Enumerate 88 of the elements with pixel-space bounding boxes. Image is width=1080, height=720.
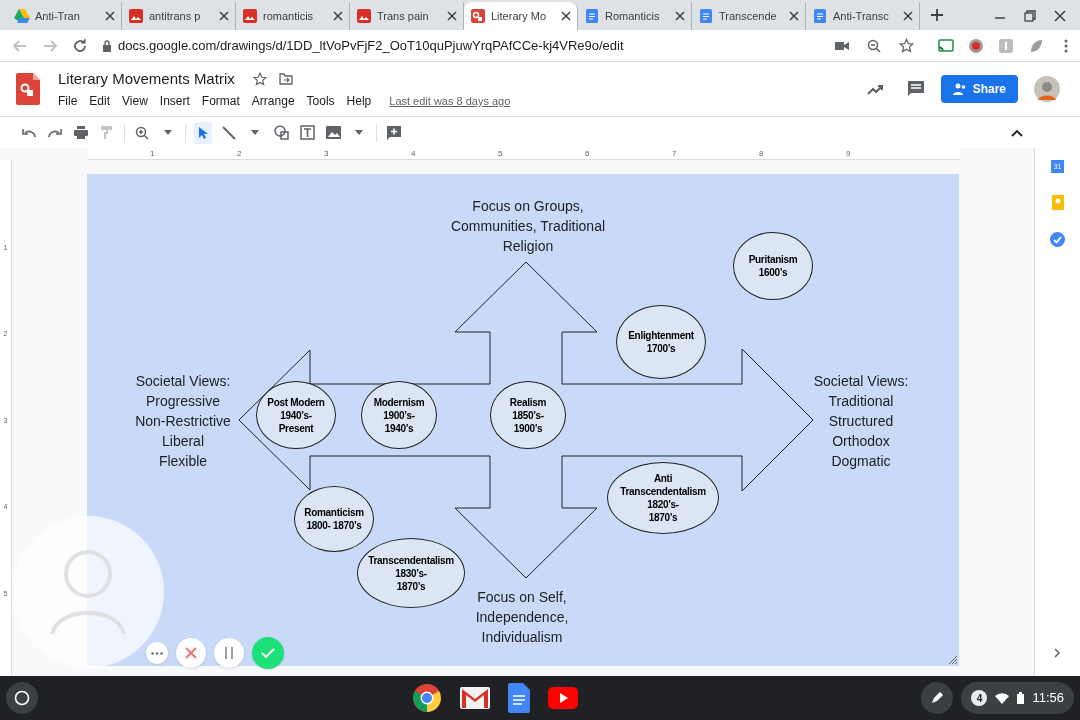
- share-button[interactable]: Share: [940, 75, 1018, 103]
- battery-icon: [1017, 692, 1025, 704]
- tasks-icon[interactable]: [1050, 232, 1065, 247]
- menu-item[interactable]: File: [58, 92, 78, 111]
- ruler-number: 8: [759, 149, 765, 158]
- zoom-icon[interactable]: [867, 38, 881, 53]
- person-add-icon: [952, 83, 967, 95]
- tab-title: Transcende: [719, 8, 777, 24]
- tab-title: Literary Mo: [491, 8, 547, 24]
- menu-item[interactable]: Format: [201, 92, 240, 111]
- tab-title: romanticis: [263, 8, 314, 24]
- expand-icon[interactable]: [1054, 648, 1061, 658]
- comment-icon[interactable]: [906, 80, 925, 98]
- close-icon[interactable]: [675, 11, 685, 21]
- browser-tab[interactable]: Literary Mo: [464, 2, 578, 30]
- close-icon[interactable]: [447, 11, 457, 21]
- close-icon[interactable]: [561, 11, 571, 21]
- menu-item[interactable]: Tools: [306, 92, 335, 111]
- document-title[interactable]: Literary Movements Matrix: [58, 67, 235, 91]
- stylus-icon[interactable]: [921, 682, 954, 714]
- star-icon[interactable]: [252, 72, 267, 86]
- image-icon: [128, 8, 144, 24]
- menu-item[interactable]: Edit: [89, 92, 111, 111]
- drawings-logo-icon: [16, 73, 40, 105]
- restore-icon[interactable]: [1024, 10, 1036, 22]
- drawing-app-icon: [470, 8, 486, 24]
- close-icon[interactable]: [105, 11, 115, 21]
- address-field[interactable]: docs.google.com/drawings/d/1DD_ltVoPvFjF2_OoT10quPjuwYrqPAfCCe-kj4VRe9o/edit: [102, 32, 914, 59]
- tab-title: Romanticis: [605, 8, 660, 24]
- last-edit-link[interactable]: Last edit was 8 days ago: [389, 93, 511, 110]
- status-tray[interactable]: 4 11:56: [961, 682, 1074, 714]
- pointer-icon[interactable]: [194, 121, 212, 144]
- chrome-icon[interactable]: [411, 683, 442, 713]
- diagram-label: Focus on Self, Independence, Individualism: [474, 588, 570, 647]
- tab-title: Trans pain: [377, 8, 429, 24]
- movement-bubble: Transcendentalism 1830’s- 1870’s: [357, 538, 465, 608]
- ruler-number: 4: [411, 149, 417, 158]
- image-icon: [356, 8, 372, 24]
- document-icon[interactable]: [507, 683, 530, 713]
- extension-icon[interactable]: [968, 37, 984, 54]
- document-icon: [812, 8, 828, 24]
- diagram-label: Societal Views: Progressive Non-Restrictive Liberal Flexible: [134, 372, 232, 471]
- ruler-number: 9: [846, 149, 852, 158]
- star-icon[interactable]: [899, 38, 914, 53]
- movement-bubble: Enlightenment 1700’s: [616, 305, 706, 379]
- ruler-number: 1: [150, 149, 156, 158]
- trend-icon[interactable]: [866, 83, 885, 95]
- close-icon[interactable]: [333, 11, 343, 21]
- menu-item[interactable]: Help: [346, 92, 372, 111]
- launcher-icon[interactable]: [6, 682, 38, 714]
- wifi-icon: [995, 692, 1010, 704]
- reload-icon[interactable]: [72, 37, 88, 54]
- triangle-logo-icon: [14, 8, 30, 24]
- ruler-number: 6: [585, 149, 591, 158]
- diagram-label: Societal Views: Traditional Structured Orthodox Dogmatic: [812, 372, 910, 471]
- close-icon[interactable]: [219, 11, 229, 21]
- image-icon: [242, 8, 258, 24]
- tab-title: Anti-Transc: [833, 8, 889, 24]
- menu-item[interactable]: Insert: [159, 92, 190, 111]
- ruler-number: 3: [324, 149, 330, 158]
- document-icon: [698, 8, 714, 24]
- close-icon[interactable]: [903, 11, 913, 21]
- close-icon[interactable]: [789, 11, 799, 21]
- menu-item[interactable]: View: [122, 92, 148, 111]
- lock-icon: [102, 39, 112, 52]
- more-icon[interactable]: [1064, 38, 1068, 53]
- menu-item[interactable]: Arrange: [251, 92, 295, 111]
- tab-title: antitrans p: [149, 8, 201, 24]
- camera-icon: [835, 40, 849, 51]
- movement-bubble: Anti Transcendentalism 1820’s- 1870’s: [607, 462, 719, 534]
- leaf-icon[interactable]: [1028, 37, 1044, 54]
- resize-handle-icon[interactable]: [948, 655, 958, 665]
- close-icon[interactable]: [1054, 10, 1066, 22]
- tab-title: Anti-Tran: [35, 8, 80, 24]
- ruler-number: 5: [498, 149, 504, 158]
- url-text: docs.google.com/drawings/d/1DD_ltVoPvFjF2_OoT10quPjuwYrqPAfCCe-kj4VRe9o/edit: [118, 36, 624, 55]
- avatar-icon[interactable]: [1034, 76, 1060, 102]
- clock-time: 11:56: [1032, 689, 1064, 708]
- move-folder-icon[interactable]: [278, 73, 293, 85]
- cast-icon[interactable]: [938, 38, 954, 53]
- movement-bubble: Romanticism 1800- 1870’s: [294, 486, 374, 552]
- new-tab-icon[interactable]: [930, 8, 944, 22]
- document-icon: [584, 8, 600, 24]
- notification-badge: 4: [971, 690, 988, 706]
- movement-bubble: Puritanism 1600’s: [733, 232, 813, 300]
- diagram-label: Focus on Groups, Communities, Traditional Religion: [449, 197, 607, 256]
- ruler-number: 7: [672, 149, 678, 158]
- ruler-number: 2: [237, 149, 243, 158]
